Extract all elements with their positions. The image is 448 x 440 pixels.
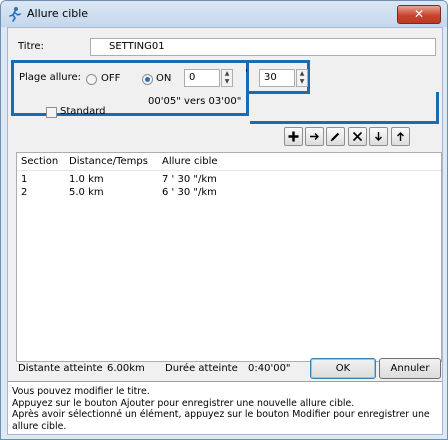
standard-checkbox[interactable]: [46, 107, 57, 118]
minutes-value: 0: [189, 72, 196, 83]
distance-cell: 5.0 km: [69, 187, 104, 198]
window-title: Allure cible: [27, 7, 89, 20]
dialog-body: Titre: SETTING01 Plage allure: OFF ON 0 …: [7, 27, 443, 435]
move-right-button[interactable]: [305, 127, 324, 146]
cancel-button[interactable]: Annuler: [379, 358, 441, 379]
runner-app-icon: [9, 7, 21, 22]
allure-cible-dialog: Allure cible ✕ Titre: SETTING01 Plage al…: [0, 0, 448, 440]
off-radio[interactable]: [86, 74, 97, 85]
pace-cell: 6 ' 30 "/km: [162, 187, 217, 198]
title-input[interactable]: SETTING01: [90, 38, 436, 56]
close-button[interactable]: ✕: [397, 5, 441, 24]
edit-button[interactable]: [326, 127, 345, 146]
help-line: Vous pouvez modifier le titre.: [12, 386, 150, 397]
close-icon: ✕: [413, 7, 425, 21]
pencil-icon: [330, 132, 340, 142]
spin-up-icon[interactable]: ▲: [222, 70, 232, 78]
section-cell: 2: [21, 187, 28, 198]
highlight-segment-top: [246, 60, 310, 63]
seconds-value: 30: [264, 72, 277, 83]
pace-cell: 7 ' 30 "/km: [162, 174, 217, 185]
title-label: Titre:: [18, 41, 44, 52]
pace-range-text: 00'05" vers 03'00": [148, 96, 242, 107]
spin-up-icon[interactable]: ▲: [297, 70, 307, 78]
pace-range-label: Plage allure:: [19, 72, 82, 83]
title-bar[interactable]: Allure cible ✕: [1, 1, 447, 27]
help-line: Appuyez sur le bouton Ajouter pour enreg…: [12, 397, 355, 409]
seconds-input[interactable]: 30: [259, 69, 295, 87]
duration-reached-label: Durée atteinte: [165, 363, 238, 374]
x-icon: [352, 131, 363, 142]
minutes-input[interactable]: 0: [184, 69, 220, 87]
on-radio[interactable]: [142, 74, 153, 85]
add-button[interactable]: [284, 127, 303, 146]
arrow-up-icon: [397, 132, 404, 141]
move-up-button[interactable]: [391, 127, 410, 146]
on-radio-label[interactable]: ON: [156, 73, 171, 84]
minutes-spinner[interactable]: ▲ ▼: [221, 69, 233, 87]
help-panel: Vous pouvez modifier le titre. Appuyez s…: [8, 381, 442, 434]
column-header-pace[interactable]: Allure cible: [162, 156, 218, 167]
title-input-value: SETTING01: [109, 41, 165, 52]
column-header-distance[interactable]: Distance/Temps: [69, 156, 148, 167]
spin-down-icon[interactable]: ▼: [297, 78, 307, 86]
toolbar-highlight: [250, 92, 439, 124]
move-down-button[interactable]: [369, 127, 388, 146]
spin-down-icon[interactable]: ▼: [222, 78, 232, 86]
seconds-spinner[interactable]: ▲ ▼: [296, 69, 308, 87]
distance-cell: 1.0 km: [69, 174, 104, 185]
off-radio-label[interactable]: OFF: [101, 73, 120, 84]
pace-sections-list[interactable]: Section Distance/Temps Allure cible 1 1.…: [16, 152, 442, 362]
plus-icon: [288, 131, 299, 142]
minute-mark: ': [245, 68, 248, 79]
list-header: Section Distance/Temps Allure cible: [17, 153, 441, 171]
arrow-right-icon: [310, 133, 319, 140]
table-row[interactable]: 2 5.0 km 6 ' 30 "/km: [17, 187, 441, 200]
distance-reached-label: Distante atteinte: [18, 363, 103, 374]
delete-button[interactable]: [348, 127, 367, 146]
help-line: Après avoir sélectionné un élément, appu…: [12, 409, 430, 432]
duration-reached-value: 0:40'00": [248, 363, 291, 374]
standard-label[interactable]: Standard: [60, 106, 106, 117]
table-row[interactable]: 1 1.0 km 7 ' 30 "/km: [17, 174, 441, 187]
arrow-down-icon: [375, 132, 382, 141]
section-cell: 1: [21, 174, 28, 185]
ok-button[interactable]: OK: [310, 358, 376, 379]
column-header-section[interactable]: Section: [21, 156, 58, 167]
distance-reached-value: 6.00km: [107, 363, 145, 374]
